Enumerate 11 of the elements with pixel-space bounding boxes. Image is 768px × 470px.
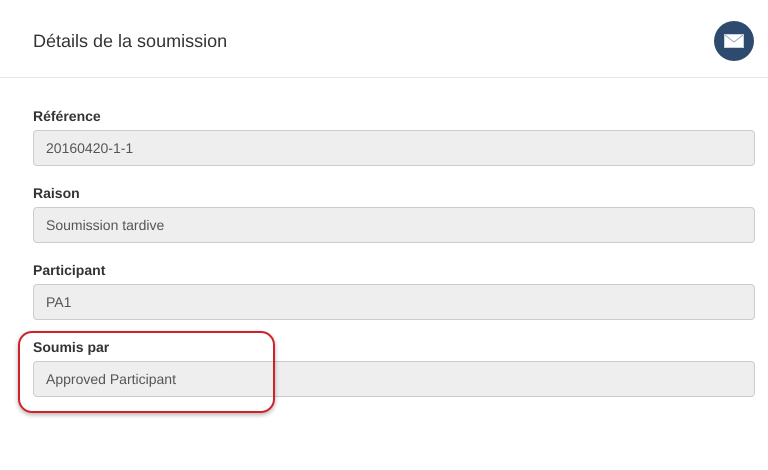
field-label: Raison	[33, 185, 81, 201]
field-label: Participant	[33, 262, 106, 278]
field-label: Soumis par	[33, 339, 110, 355]
input-field[interactable]: PA1	[33, 284, 755, 320]
envelope-icon	[724, 34, 744, 48]
input-field[interactable]: Soumission tardive	[33, 207, 755, 243]
panel-title: Détails de la soumission	[33, 31, 228, 52]
field-label: Référence	[33, 108, 102, 124]
mail-button[interactable]	[714, 20, 754, 60]
input-field[interactable]: Approved Participant	[33, 361, 755, 397]
input-field[interactable]: 20160420-1-1	[33, 130, 755, 166]
